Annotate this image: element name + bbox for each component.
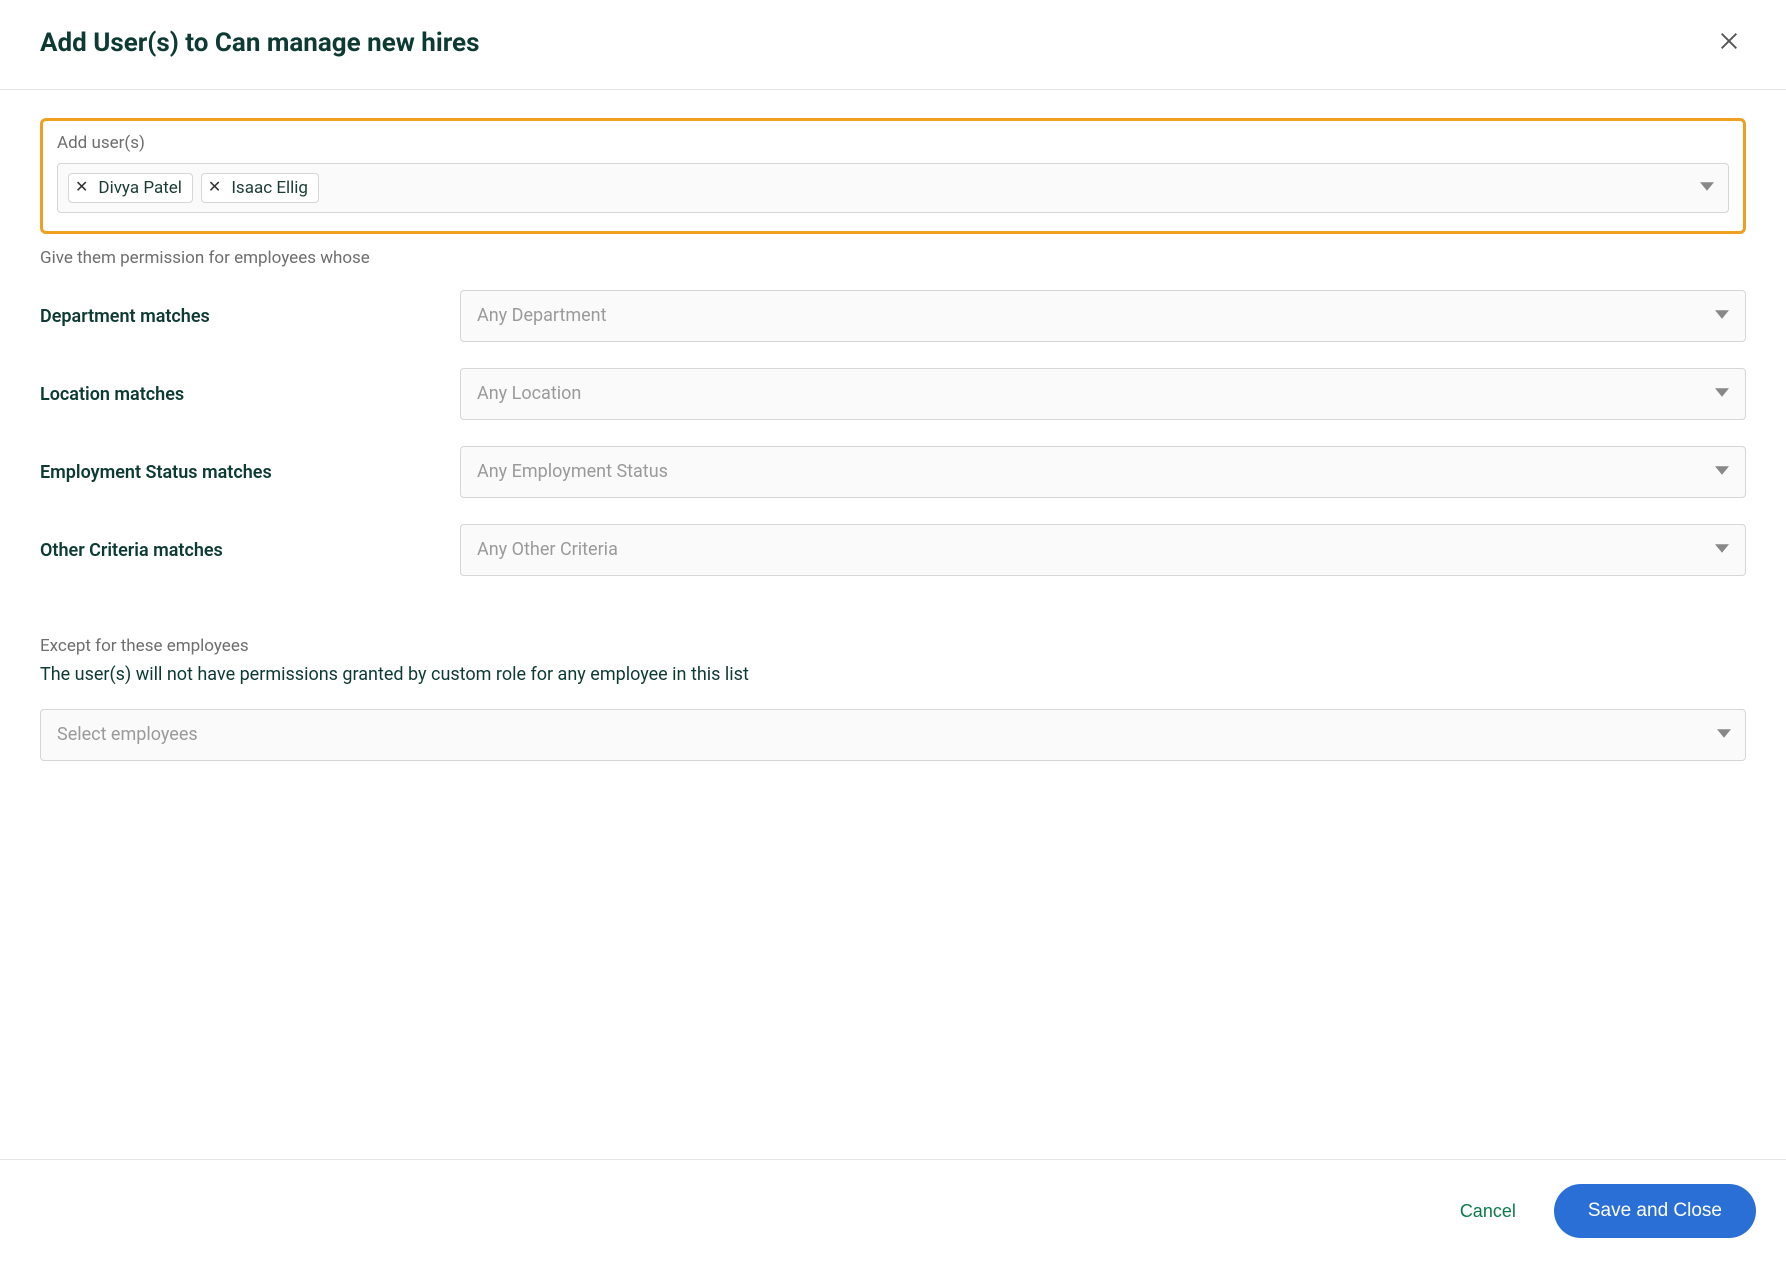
chevron-down-icon	[1715, 462, 1729, 483]
criteria-label: Employment Status matches	[40, 462, 460, 483]
cancel-button[interactable]: Cancel	[1446, 1191, 1530, 1232]
location-select[interactable]: Any Location	[460, 368, 1746, 420]
criteria-label: Location matches	[40, 384, 460, 405]
criteria-row-department: Department matches Any Department	[40, 290, 1746, 342]
user-chip: ✕ Isaac Ellig	[201, 173, 319, 203]
other-criteria-select[interactable]: Any Other Criteria	[460, 524, 1746, 576]
chevron-down-icon	[1717, 725, 1731, 746]
chip-label: Divya Patel	[98, 178, 182, 198]
save-and-close-button[interactable]: Save and Close	[1554, 1184, 1756, 1238]
add-users-input[interactable]: ✕ Divya Patel ✕ Isaac Ellig	[57, 163, 1729, 213]
except-section: Except for these employees The user(s) w…	[40, 636, 1746, 761]
chevron-down-icon	[1715, 540, 1729, 561]
chip-label: Isaac Ellig	[231, 178, 308, 198]
chevron-down-icon	[1715, 384, 1729, 405]
modal-footer: Cancel Save and Close	[0, 1159, 1786, 1262]
remove-chip-button[interactable]: ✕	[75, 180, 88, 196]
except-description: The user(s) will not have permissions gr…	[40, 664, 1746, 685]
select-placeholder: Any Department	[477, 305, 607, 326]
user-chip: ✕ Divya Patel	[68, 173, 193, 203]
add-users-highlight: Add user(s) ✕ Divya Patel ✕ Isaac Ellig	[40, 118, 1746, 234]
permission-intro: Give them permission for employees whose	[40, 248, 1746, 268]
except-label: Except for these employees	[40, 636, 1746, 656]
modal-title: Add User(s) to Can manage new hires	[40, 28, 479, 58]
modal-header: Add User(s) to Can manage new hires	[0, 0, 1786, 90]
criteria-row-location: Location matches Any Location	[40, 368, 1746, 420]
select-placeholder: Select employees	[57, 724, 198, 745]
criteria-label: Other Criteria matches	[40, 540, 460, 561]
select-placeholder: Any Employment Status	[477, 461, 668, 482]
chevron-down-icon	[1715, 306, 1729, 327]
add-users-modal: Add User(s) to Can manage new hires Add …	[0, 0, 1786, 1262]
modal-body: Add user(s) ✕ Divya Patel ✕ Isaac Ellig …	[0, 90, 1786, 1159]
except-employees-select[interactable]: Select employees	[40, 709, 1746, 761]
criteria-label: Department matches	[40, 306, 460, 327]
select-placeholder: Any Other Criteria	[477, 539, 618, 560]
select-placeholder: Any Location	[477, 383, 581, 404]
add-users-label: Add user(s)	[57, 133, 1729, 153]
department-select[interactable]: Any Department	[460, 290, 1746, 342]
close-icon	[1718, 40, 1740, 55]
employment-status-select[interactable]: Any Employment Status	[460, 446, 1746, 498]
chevron-down-icon	[1700, 179, 1714, 198]
criteria-row-employment-status: Employment Status matches Any Employment…	[40, 446, 1746, 498]
criteria-row-other: Other Criteria matches Any Other Criteri…	[40, 524, 1746, 576]
close-button[interactable]	[1712, 24, 1746, 61]
remove-chip-button[interactable]: ✕	[208, 180, 221, 196]
